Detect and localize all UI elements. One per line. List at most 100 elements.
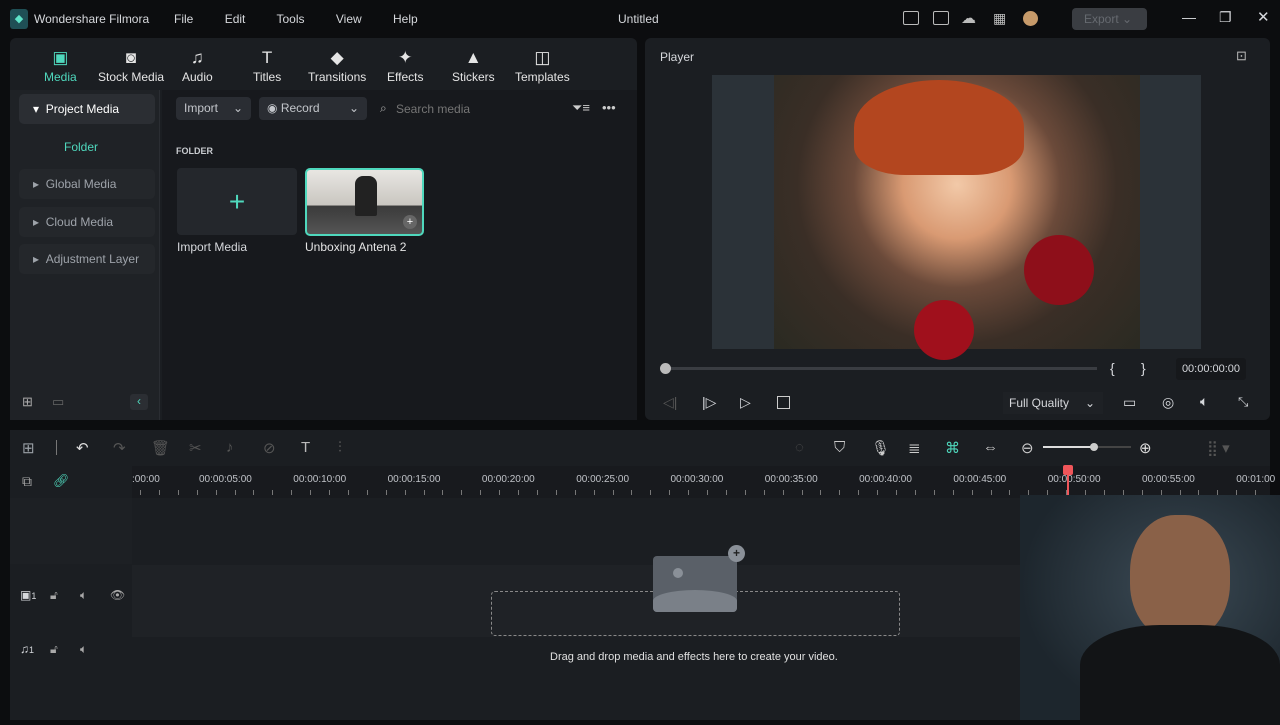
tab-stock-media[interactable]: ◙ Stock Media	[98, 48, 164, 84]
record-dropdown[interactable]: ◉ Record ⌄	[259, 97, 367, 120]
mute-icon[interactable]: 🔈︎	[80, 588, 87, 603]
webcam-face	[1130, 515, 1230, 640]
sidebar-item-project-media[interactable]: ▾ Project Media	[19, 94, 155, 124]
fullscreen-icon[interactable]: ⤡	[1238, 394, 1248, 410]
import-media-tile[interactable]: +	[177, 168, 297, 235]
volume-icon[interactable]: 🔈︎	[1200, 393, 1208, 410]
previous-frame-icon[interactable]: ◁|	[663, 394, 677, 411]
audio-mix-icon[interactable]: ≣	[908, 439, 921, 457]
layout-icon[interactable]	[903, 11, 919, 25]
playhead-handle[interactable]	[1063, 465, 1073, 475]
playback-scrubber[interactable]	[660, 363, 671, 374]
tab-audio[interactable]: ♫ Audio	[182, 48, 213, 84]
undo-icon[interactable]: ↶	[76, 439, 89, 457]
auto-ripple-icon[interactable]: ⌘	[945, 439, 960, 457]
close-icon[interactable]: ✕	[1257, 8, 1270, 26]
mark-in-icon[interactable]: {	[1110, 360, 1115, 376]
quality-dropdown[interactable]: Full Quality ⌄	[1003, 392, 1103, 414]
render-preview-icon[interactable]: ◌	[795, 439, 804, 456]
tab-templates[interactable]: ◫ Templates	[515, 48, 570, 84]
menu-edit[interactable]: Edit	[225, 12, 246, 26]
audio-mute-icon[interactable]: 🔈︎	[80, 642, 87, 657]
add-media-icon[interactable]: +	[728, 545, 745, 562]
tab-transitions[interactable]: ◆ Transitions	[308, 48, 366, 84]
tab-effects[interactable]: ✦ Effects	[387, 48, 423, 84]
effects-icon: ✦	[398, 48, 413, 67]
marker-icon[interactable]: ⛉	[834, 439, 845, 456]
ruler-label: 00:00:05:00	[199, 474, 252, 485]
delete-icon[interactable]: 🗑︎	[151, 439, 170, 457]
folder-icon[interactable]: ▭	[52, 394, 64, 410]
filter-icon[interactable]: ⏷≡	[572, 100, 590, 116]
ruler-label: :00:00	[132, 474, 160, 485]
tab-stickers[interactable]: ▲ Stickers	[452, 48, 495, 84]
display-settings-icon[interactable]: ▭	[1123, 394, 1136, 411]
apps-grid-icon[interactable]: ▦	[993, 10, 1006, 27]
menu-tools[interactable]: Tools	[277, 12, 305, 26]
menu-view[interactable]: View	[336, 12, 362, 26]
ruler-label: 00:00:10:00	[293, 474, 347, 485]
visibility-icon[interactable]: 👁︎	[110, 588, 125, 602]
tab-label: Stock Media	[98, 70, 165, 84]
zoom-in-icon[interactable]: ⊕	[1139, 439, 1152, 457]
collapse-sidebar-button[interactable]: ‹	[130, 394, 148, 410]
lock-icon[interactable]: 🔓︎	[50, 588, 58, 603]
ruler-tick	[404, 490, 406, 495]
sidebar-item-folder[interactable]: Folder	[19, 132, 155, 162]
ruler-tick	[253, 490, 255, 495]
new-folder-icon[interactable]: ⊞	[22, 394, 33, 410]
add-to-timeline-icon[interactable]: +	[403, 215, 417, 229]
next-frame-icon[interactable]: |▷	[702, 394, 716, 411]
sidebar-item-global-media[interactable]: ▸ Global Media	[19, 169, 155, 199]
search-input[interactable]	[396, 98, 556, 120]
playback-progress-track[interactable]	[665, 367, 1097, 370]
cloud-upload-icon[interactable]: ☁	[961, 9, 976, 27]
text-tool-icon[interactable]: T	[301, 439, 310, 456]
zoom-out-icon[interactable]: ⊖	[1021, 439, 1034, 457]
scopes-icon[interactable]: ⊡	[1236, 48, 1247, 64]
split-icon[interactable]: ✂	[189, 439, 202, 457]
layout-grid-icon[interactable]: ⊞	[22, 439, 35, 457]
stickers-icon: ▲	[464, 48, 482, 67]
transitions-icon: ◆	[330, 48, 344, 67]
audio-track-number: 1	[29, 645, 35, 655]
stop-icon[interactable]	[777, 396, 790, 409]
audio-edit-icon[interactable]: ♪	[226, 439, 234, 456]
tab-label: Titles	[253, 70, 282, 84]
more-options-icon[interactable]: •••	[602, 100, 616, 115]
timecode: 00:00:00:00	[1176, 358, 1246, 380]
track-layout-icon[interactable]: ⣿ ▾	[1207, 439, 1230, 457]
media-thumbnail-unboxing-antena-2[interactable]: +	[305, 168, 424, 236]
mark-out-icon[interactable]: }	[1141, 360, 1146, 376]
snapshot-icon[interactable]: ◎	[1162, 394, 1174, 411]
play-icon[interactable]: ▷	[740, 394, 751, 411]
tab-titles[interactable]: T Titles	[253, 48, 281, 84]
audio-lock-icon[interactable]: 🔓︎	[50, 642, 58, 657]
avatar[interactable]	[1023, 11, 1038, 26]
redo-icon[interactable]: ↷	[113, 439, 126, 457]
link-icon[interactable]: 🔗︎	[53, 473, 70, 489]
zoom-slider[interactable]	[1043, 446, 1131, 448]
import-dropdown[interactable]: Import ⌄	[176, 97, 251, 120]
tab-media[interactable]: ▣ Media	[44, 48, 77, 84]
zoom-slider-thumb[interactable]	[1090, 443, 1098, 451]
ruler-label: 00:00:55:00	[1142, 474, 1195, 485]
export-button[interactable]: Export ⌄	[1072, 8, 1147, 30]
save-icon[interactable]	[933, 11, 949, 25]
menu-help[interactable]: Help	[393, 12, 418, 26]
menu-file[interactable]: File	[174, 12, 193, 26]
adjust-icon[interactable]: ⫶	[338, 439, 342, 456]
restore-icon[interactable]: ❐	[1219, 9, 1232, 26]
filmora-logo-icon: ◆	[10, 9, 28, 29]
add-track-icon[interactable]: ⧉	[22, 473, 32, 490]
minimize-icon[interactable]: —	[1182, 9, 1196, 25]
sidebar-item-cloud-media[interactable]: ▸ Cloud Media	[19, 207, 155, 237]
audio-track-icon: ♫1	[20, 642, 35, 656]
player-title: Player	[660, 50, 695, 64]
ruler-tick	[272, 490, 274, 495]
ruler-label: 00:00:35:00	[764, 474, 818, 485]
sidebar-item-adjustment-layer[interactable]: ▸ Adjustment Layer	[19, 244, 155, 274]
tag-icon[interactable]: ⊘	[263, 439, 276, 457]
microphone-icon[interactable]: 🎙︎	[871, 439, 890, 457]
fit-timeline-icon[interactable]: ⇔	[983, 439, 998, 456]
